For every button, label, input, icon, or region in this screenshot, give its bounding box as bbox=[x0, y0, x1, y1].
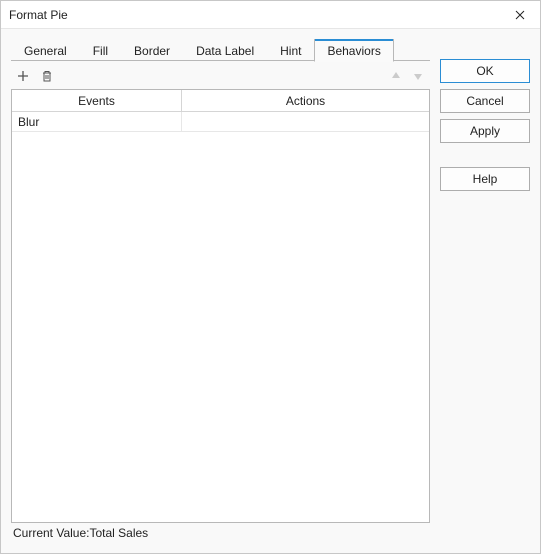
plus-icon bbox=[16, 69, 30, 83]
toolbar bbox=[11, 61, 430, 89]
tab-hint[interactable]: Hint bbox=[267, 39, 314, 61]
table-header: Events Actions bbox=[12, 90, 429, 112]
tab-data-label[interactable]: Data Label bbox=[183, 39, 267, 61]
titlebar: Format Pie bbox=[1, 1, 540, 29]
move-down-button[interactable] bbox=[408, 66, 428, 86]
cancel-button[interactable]: Cancel bbox=[440, 89, 530, 113]
left-panel: General Fill Border Data Label Hint Beha… bbox=[11, 37, 430, 543]
button-panel: OK Cancel Apply Help bbox=[440, 37, 530, 543]
status-bar: Current Value:Total Sales bbox=[11, 523, 430, 543]
tab-general[interactable]: General bbox=[11, 39, 80, 61]
close-button[interactable] bbox=[500, 1, 540, 29]
status-label: Current Value: bbox=[13, 526, 89, 540]
behaviors-table: Events Actions Blur bbox=[11, 89, 430, 523]
tab-behaviors[interactable]: Behaviors bbox=[314, 39, 393, 62]
table-row[interactable]: Blur bbox=[12, 112, 429, 132]
delete-button[interactable] bbox=[37, 66, 57, 86]
dialog-window: Format Pie General Fill Border Data Labe… bbox=[0, 0, 541, 554]
window-title: Format Pie bbox=[9, 8, 68, 22]
tabstrip: General Fill Border Data Label Hint Beha… bbox=[11, 37, 430, 61]
tab-fill[interactable]: Fill bbox=[80, 39, 121, 61]
dialog-content: General Fill Border Data Label Hint Beha… bbox=[1, 29, 540, 553]
arrow-up-icon bbox=[389, 69, 403, 83]
cell-action bbox=[182, 112, 429, 131]
close-icon bbox=[515, 10, 525, 20]
cell-event: Blur bbox=[12, 112, 182, 131]
ok-button[interactable]: OK bbox=[440, 59, 530, 83]
status-value: Total Sales bbox=[89, 526, 148, 540]
tab-border[interactable]: Border bbox=[121, 39, 183, 61]
table-body: Blur bbox=[12, 112, 429, 522]
apply-button[interactable]: Apply bbox=[440, 119, 530, 143]
column-header-actions[interactable]: Actions bbox=[182, 90, 429, 111]
arrow-down-icon bbox=[411, 69, 425, 83]
move-up-button[interactable] bbox=[386, 66, 406, 86]
help-button[interactable]: Help bbox=[440, 167, 530, 191]
column-header-events[interactable]: Events bbox=[12, 90, 182, 111]
add-button[interactable] bbox=[13, 66, 33, 86]
trash-icon bbox=[40, 69, 54, 83]
